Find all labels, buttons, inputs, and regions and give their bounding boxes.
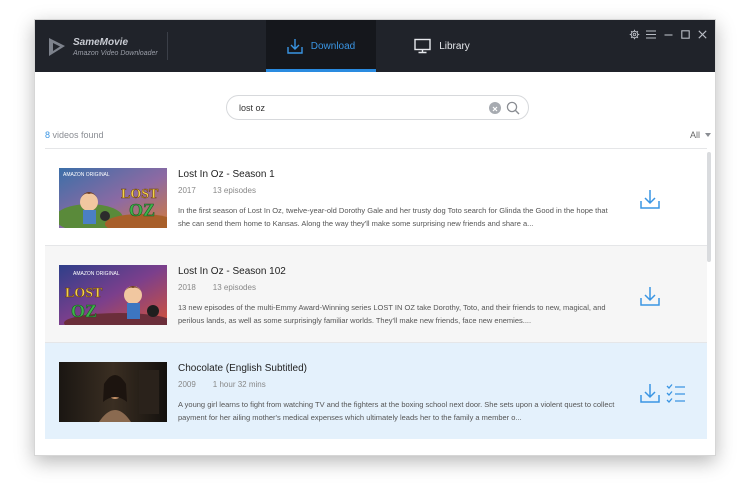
video-description: In the first season of Lost In Oz, twelv… bbox=[178, 206, 608, 228]
filter-dropdown[interactable]: All bbox=[690, 130, 711, 140]
video-year: 2018 bbox=[178, 283, 196, 292]
video-year: 2009 bbox=[178, 380, 196, 389]
close-button[interactable] bbox=[695, 27, 709, 41]
brand-divider bbox=[167, 32, 168, 60]
search-input[interactable] bbox=[239, 99, 479, 117]
scrollbar[interactable] bbox=[707, 148, 711, 455]
list-item[interactable]: Chocolate (English Subtitled) 2009 1 hour… bbox=[45, 342, 707, 439]
maximize-button[interactable] bbox=[678, 27, 692, 41]
title-bar: SameMovie Amazon Video Downloader Downlo… bbox=[35, 20, 715, 72]
thumb-logo-bottom: OZ bbox=[71, 301, 97, 321]
filter-value: All bbox=[689, 130, 700, 140]
video-info: 13 episodes bbox=[212, 186, 256, 195]
menu-button[interactable] bbox=[644, 27, 658, 41]
samemovie-logo-icon bbox=[49, 38, 65, 56]
app-window: SameMovie Amazon Video Downloader Downlo… bbox=[34, 19, 716, 456]
thumbnail: AMAZON ORIGINAL LOST OZ bbox=[59, 168, 167, 228]
minimize-icon bbox=[664, 33, 672, 36]
brand: SameMovie Amazon Video Downloader bbox=[47, 34, 158, 60]
search-icon bbox=[506, 101, 520, 115]
settings-button[interactable] bbox=[627, 27, 641, 41]
clear-search-button[interactable] bbox=[489, 102, 501, 114]
list-item[interactable]: AMAZON ORIGINAL LOST OZ Lost In Oz - Sea… bbox=[45, 245, 707, 342]
gear-icon bbox=[629, 29, 639, 39]
video-title: Lost In Oz - Season 1 bbox=[178, 169, 275, 180]
list-item[interactable]: AMAZON ORIGINAL LOST OZ Lost In Oz - Sea… bbox=[45, 148, 707, 245]
search-bar bbox=[226, 95, 529, 120]
menu-icon bbox=[646, 29, 656, 39]
video-info: 1 hour 32 mins bbox=[212, 380, 266, 389]
tab-download-label: Download bbox=[310, 40, 356, 52]
download-icon bbox=[640, 384, 660, 403]
video-title: Chocolate (English Subtitled) bbox=[178, 363, 307, 374]
video-meta: 2017 13 episodes bbox=[178, 186, 256, 195]
download-tab-icon bbox=[287, 39, 303, 54]
thumbnail bbox=[59, 362, 167, 422]
scrollbar-thumb[interactable] bbox=[707, 152, 711, 262]
window-controls bbox=[624, 27, 709, 41]
video-meta: 2018 13 episodes bbox=[178, 283, 256, 292]
thumbnail: AMAZON ORIGINAL LOST OZ bbox=[59, 265, 167, 325]
video-meta: 2009 1 hour 32 mins bbox=[178, 380, 266, 389]
tab-download[interactable]: Download bbox=[266, 20, 376, 72]
download-button[interactable] bbox=[639, 188, 661, 210]
video-description: 13 new episodes of the multi-Emmy Award-… bbox=[178, 303, 606, 325]
video-description: A young girl learns to fight from watchi… bbox=[178, 400, 615, 422]
download-icon bbox=[640, 287, 660, 306]
video-title: Lost In Oz - Season 102 bbox=[178, 266, 286, 277]
results-count: 8 videos found bbox=[45, 130, 104, 140]
thumb-logo-bottom: OZ bbox=[129, 200, 155, 220]
checklist-icon bbox=[666, 384, 685, 403]
thumbnail-image: AMAZON ORIGINAL LOST OZ bbox=[59, 168, 167, 228]
minimize-button[interactable] bbox=[661, 27, 675, 41]
clear-icon bbox=[492, 106, 498, 112]
tab-library[interactable]: Library bbox=[387, 20, 497, 72]
thumbnail-image: AMAZON ORIGINAL LOST OZ bbox=[59, 265, 167, 325]
thumb-badge: AMAZON ORIGINAL bbox=[73, 271, 120, 277]
download-button[interactable] bbox=[639, 382, 661, 404]
subtitle-settings-button[interactable] bbox=[666, 383, 686, 403]
app-name: SameMovie bbox=[73, 36, 129, 48]
search-button[interactable] bbox=[506, 101, 520, 115]
tab-library-label: Library bbox=[439, 40, 470, 52]
thumbnail-image bbox=[59, 362, 167, 422]
app-subtitle: Amazon Video Downloader bbox=[73, 49, 158, 57]
video-year: 2017 bbox=[178, 186, 196, 195]
results-count-label: videos found bbox=[50, 130, 104, 140]
thumb-badge: AMAZON ORIGINAL bbox=[63, 172, 110, 178]
video-info: 13 episodes bbox=[212, 283, 256, 292]
download-icon bbox=[640, 190, 660, 209]
close-icon bbox=[697, 29, 707, 39]
video-list: AMAZON ORIGINAL LOST OZ Lost In Oz - Sea… bbox=[45, 148, 707, 455]
chevron-down-icon bbox=[705, 133, 711, 137]
maximize-icon bbox=[680, 29, 690, 39]
monitor-icon bbox=[414, 38, 431, 54]
thumb-logo-top: LOST bbox=[65, 286, 103, 301]
download-button[interactable] bbox=[639, 285, 661, 307]
